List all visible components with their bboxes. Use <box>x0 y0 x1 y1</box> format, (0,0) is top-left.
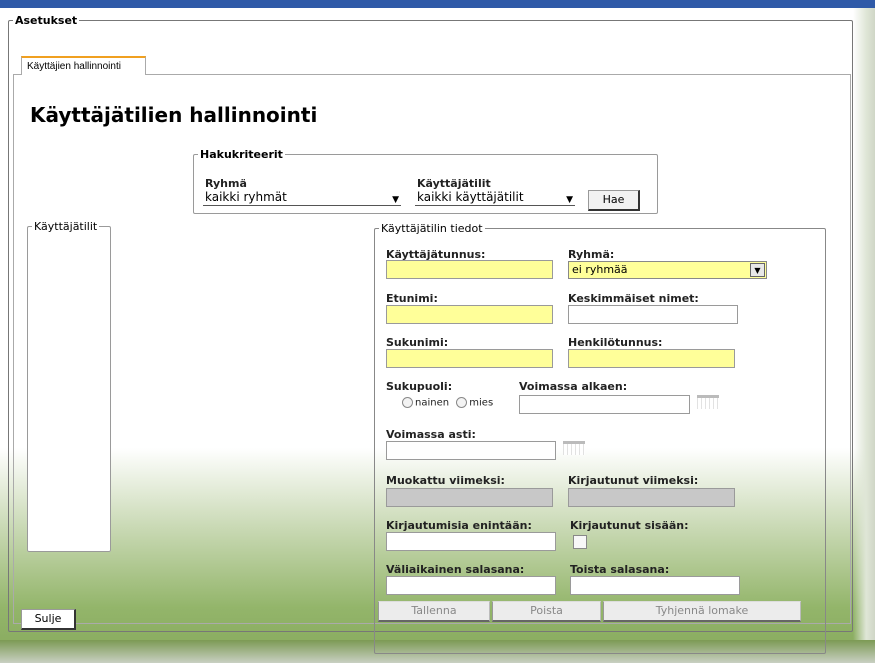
temp-password-label: Väliaikainen salasana: <box>386 563 525 576</box>
firstname-label: Etunimi: <box>386 292 438 305</box>
logged-in-label: Kirjautunut sisään: <box>570 519 689 532</box>
ssn-label: Henkilötunnus: <box>568 336 663 349</box>
search-group-value: kaikki ryhmät <box>205 190 287 204</box>
lastname-label: Sukunimi: <box>386 336 449 349</box>
gender-male-radio[interactable] <box>456 397 468 408</box>
group-select[interactable]: ei ryhmää ▼ <box>568 261 767 279</box>
tab-user-management[interactable]: Käyttäjien hallinnointi <box>21 56 146 75</box>
repeat-password-input[interactable] <box>570 576 740 595</box>
window-top-bar <box>0 0 875 8</box>
username-input[interactable] <box>386 260 553 279</box>
valid-to-label: Voimassa asti: <box>386 428 476 441</box>
window-shadow-right <box>853 8 875 663</box>
lastname-input[interactable] <box>386 349 553 368</box>
firstname-input[interactable] <box>386 305 553 324</box>
accounts-list-fieldset: Käyttäjätilit <box>27 220 111 552</box>
logged-in-checkbox[interactable] <box>573 535 587 549</box>
repeat-password-label: Toista salasana: <box>570 563 670 576</box>
modified-label: Muokattu viimeksi: <box>386 474 505 487</box>
search-button[interactable]: Hae <box>588 190 640 211</box>
middlenames-label: Keskimmäiset nimet: <box>568 292 699 305</box>
clear-form-button[interactable]: Tyhjennä lomake <box>603 601 801 622</box>
gender-radio-group: nainen mies <box>402 397 493 409</box>
last-login-label: Kirjautunut viimeksi: <box>568 474 699 487</box>
max-logins-label: Kirjautumisia enintään: <box>386 519 532 532</box>
middlenames-input[interactable] <box>568 305 738 324</box>
chevron-down-icon: ▼ <box>750 263 765 277</box>
gender-label: Sukupuoli: <box>386 380 453 393</box>
max-logins-input[interactable] <box>386 532 556 551</box>
delete-button[interactable]: Poista <box>492 601 601 622</box>
group-label: Ryhmä: <box>568 248 615 261</box>
gender-male-label: mies <box>469 397 494 409</box>
gender-female-radio[interactable] <box>402 397 413 408</box>
search-accounts-value: kaikki käyttäjätilit <box>417 190 524 204</box>
accounts-list-legend: Käyttäjätilit <box>34 220 98 233</box>
search-accounts-select[interactable]: kaikki käyttäjätilit ▼ <box>415 189 575 206</box>
calendar-icon[interactable] <box>563 441 585 455</box>
valid-to-input[interactable] <box>386 441 556 460</box>
save-button[interactable]: Tallenna <box>378 601 490 622</box>
gender-female-label: nainen <box>415 397 450 409</box>
search-criteria-legend: Hakukriteerit <box>200 148 283 161</box>
account-details-legend: Käyttäjätilin tiedot <box>381 222 483 235</box>
close-button[interactable]: Sulje <box>21 609 76 630</box>
valid-from-input[interactable] <box>519 395 690 414</box>
page-title: Käyttäjätilien hallinnointi <box>30 103 318 127</box>
ssn-input[interactable] <box>568 349 735 368</box>
settings-legend: Asetukset <box>15 14 78 27</box>
calendar-icon[interactable] <box>697 395 719 409</box>
search-group-select[interactable]: kaikki ryhmät ▼ <box>203 189 401 206</box>
chevron-down-icon: ▼ <box>566 195 573 205</box>
chevron-down-icon: ▼ <box>392 195 399 205</box>
group-select-value: ei ryhmää <box>572 263 628 276</box>
temp-password-input[interactable] <box>386 576 556 595</box>
last-login-field <box>568 488 735 507</box>
modified-field <box>386 488 553 507</box>
valid-from-label: Voimassa alkaen: <box>519 380 628 393</box>
